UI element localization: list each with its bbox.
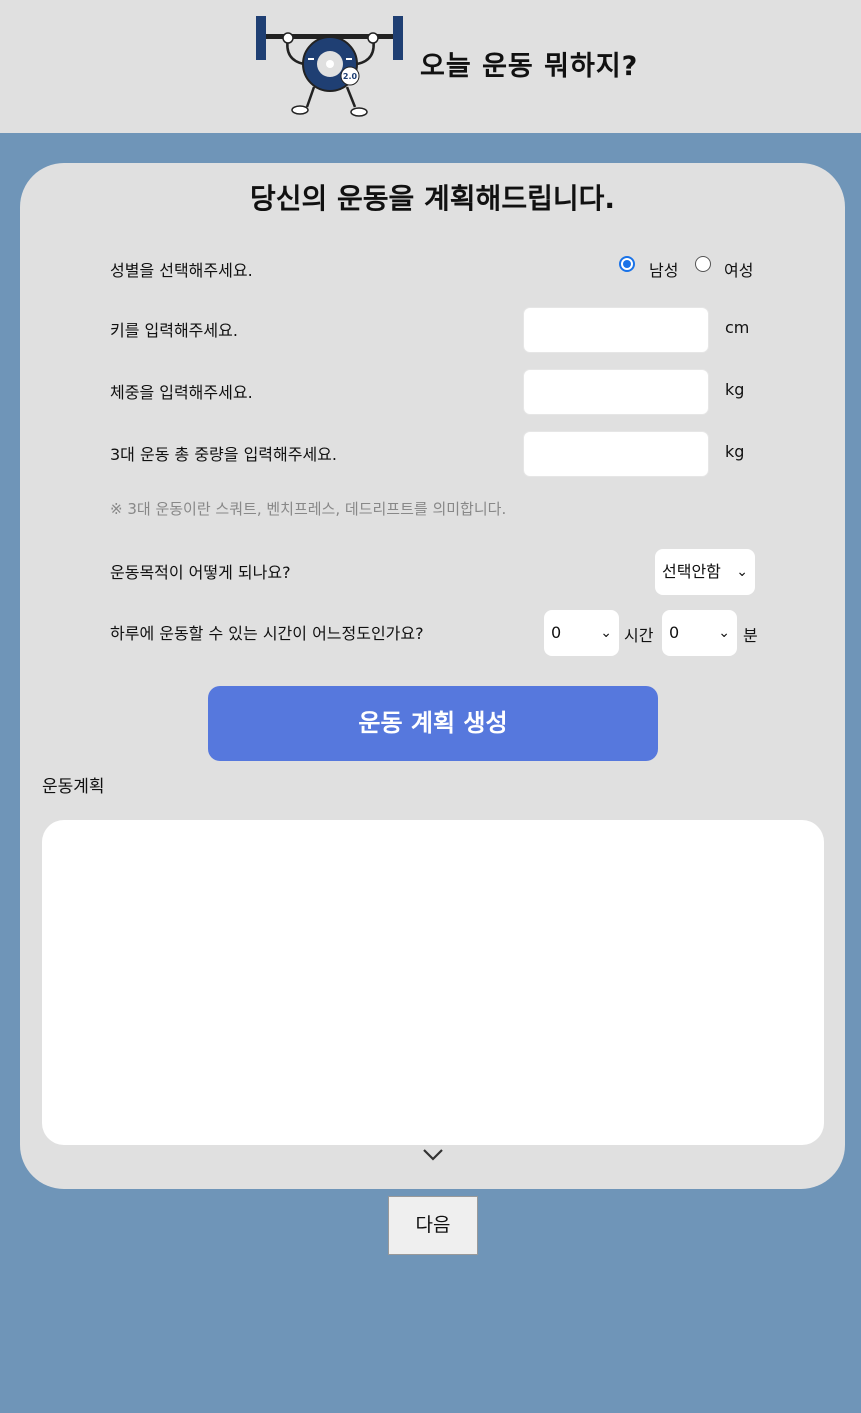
chevron-down-icon[interactable] xyxy=(421,1147,445,1163)
big3-note: ※ 3대 운동이란 스쿼트, 벤치프레스, 데드리프트를 의미합니다. xyxy=(110,500,507,518)
goal-select-value: 선택안함 xyxy=(662,562,721,581)
app-title: 오늘 운동 뭐하지? xyxy=(420,51,639,82)
weight-unit: kg xyxy=(725,380,745,399)
minutes-unit: 분 xyxy=(743,626,758,645)
app-header: 2.0 오늘 운동 뭐하지? xyxy=(0,0,861,133)
height-input[interactable] xyxy=(523,307,709,353)
form-title: 당신의 운동을 계획해드립니다. xyxy=(249,182,615,215)
minutes-select-value: 0 xyxy=(669,623,680,642)
minutes-select[interactable]: 0 ⌄ xyxy=(662,610,737,656)
plan-output-textarea[interactable] xyxy=(42,820,824,1145)
big3-input[interactable] xyxy=(523,431,709,477)
big3-label: 3대 운동 총 중량을 입력해주세요. xyxy=(110,445,337,464)
svg-text:2.0: 2.0 xyxy=(343,72,358,81)
plan-label: 운동계획 xyxy=(42,777,105,797)
gender-female-label[interactable]: 여성 xyxy=(724,257,753,281)
goal-select[interactable]: 선택안함 ⌄ xyxy=(655,549,755,595)
height-unit: cm xyxy=(725,318,750,337)
chevron-down-icon: ⌄ xyxy=(736,564,748,580)
gender-label: 성별을 선택해주세요. xyxy=(110,261,253,280)
hours-unit: 시간 xyxy=(624,626,654,645)
height-label: 키를 입력해주세요. xyxy=(110,321,238,340)
goal-label: 운동목적이 어떻게 되나요? xyxy=(110,563,291,582)
chevron-down-icon: ⌄ xyxy=(600,625,612,641)
barbell-mascot-icon: 2.0 xyxy=(256,16,403,117)
hours-select-value: 0 xyxy=(551,623,562,642)
next-button[interactable]: 다음 xyxy=(388,1196,478,1255)
gender-male-radio[interactable] xyxy=(619,256,635,272)
big3-unit: kg xyxy=(725,442,745,461)
weight-input[interactable] xyxy=(523,369,709,415)
plan-form-card: 당신의 운동을 계획해드립니다. 성별을 선택해주세요. 남성 여성 키를 입력… xyxy=(20,163,845,1189)
hours-select[interactable]: 0 ⌄ xyxy=(544,610,619,656)
generate-plan-button[interactable]: 운동 계획 생성 xyxy=(208,686,658,761)
chevron-down-icon: ⌄ xyxy=(718,625,730,641)
gender-female-radio[interactable] xyxy=(695,256,711,272)
gender-male-label[interactable]: 남성 xyxy=(649,257,678,281)
time-label: 하루에 운동할 수 있는 시간이 어느정도인가요? xyxy=(110,624,424,643)
weight-label: 체중을 입력해주세요. xyxy=(110,383,253,402)
